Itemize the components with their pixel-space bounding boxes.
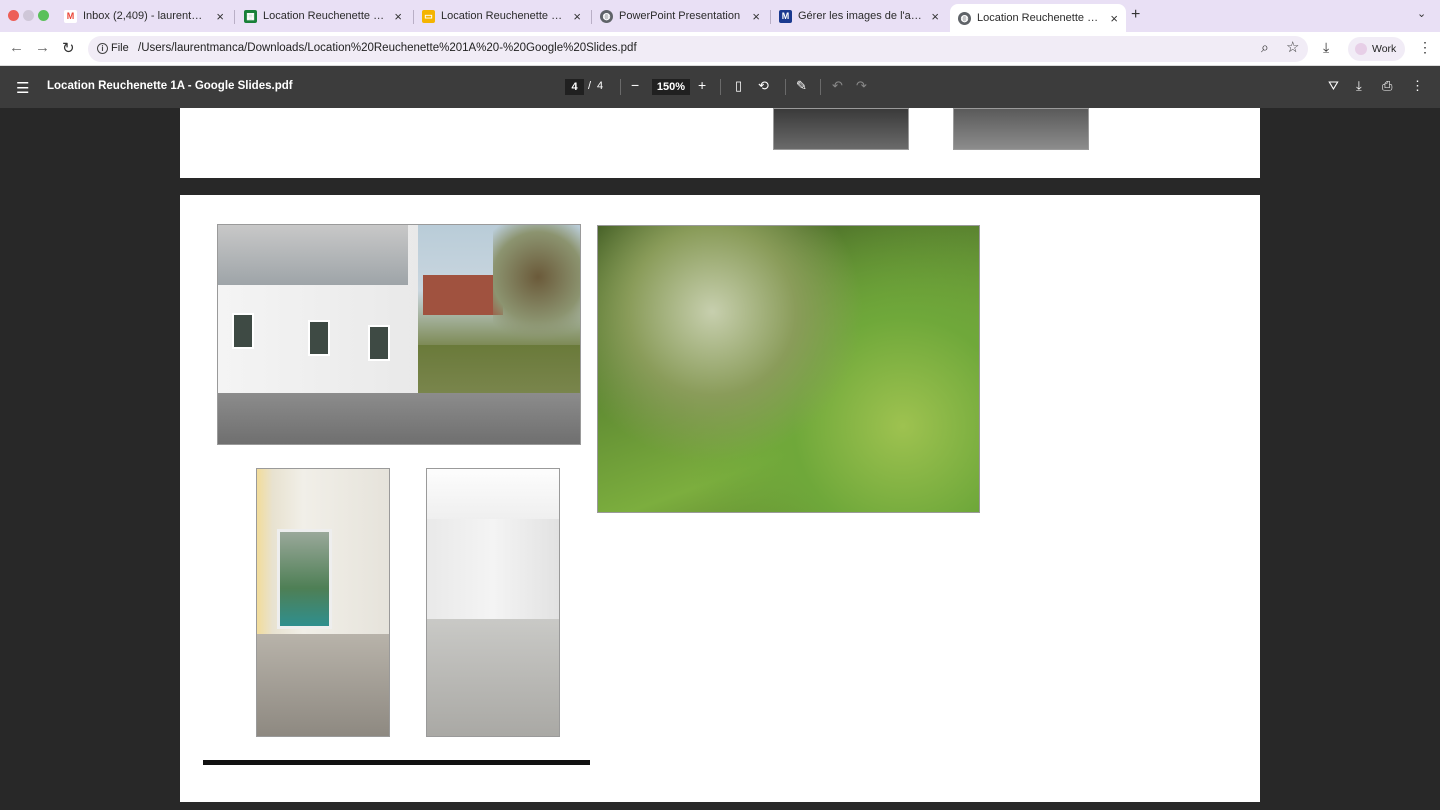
redo-icon[interactable]: ↷: [856, 78, 867, 94]
pdf-toolbar: ☰ Location Reuchenette 1A - Google Slide…: [0, 66, 1440, 108]
photo-hallway: [256, 468, 390, 737]
page-separator: /: [588, 80, 592, 92]
download-pdf-icon[interactable]: ⤓: [1356, 78, 1362, 94]
fit-page-icon[interactable]: ▯: [735, 78, 742, 94]
tab-powerpoint[interactable]: ◍ PowerPoint Presentation ×: [592, 4, 768, 28]
photo-empty-room: [426, 468, 560, 737]
url-text[interactable]: /Users/laurentmanca/Downloads/Location%2…: [138, 42, 637, 54]
save-to-drive-icon[interactable]: ⛛: [1328, 78, 1339, 94]
sheets-icon: ▦: [244, 9, 257, 23]
browser-menu-icon[interactable]: ⋮: [1418, 39, 1432, 56]
page-number-input[interactable]: 4: [565, 79, 584, 95]
more-options-icon[interactable]: ⋮: [1411, 78, 1424, 94]
scheme-label: File: [111, 42, 129, 54]
horizontal-rule: [203, 760, 590, 765]
downloads-icon[interactable]: ⤓: [1323, 39, 1329, 56]
tab-label: Location Reuchenette 1A - G: [441, 10, 565, 22]
tab-active-pdf[interactable]: ◍ Location Reuchenette 1A - G ×: [950, 4, 1126, 32]
globe-icon: ◍: [958, 11, 971, 25]
zoom-window-button[interactable]: [38, 10, 49, 21]
minimize-window-button[interactable]: [23, 10, 34, 21]
new-tab-button[interactable]: +: [1131, 6, 1140, 24]
close-tab-icon[interactable]: ×: [931, 9, 939, 24]
photo-garden: [597, 225, 980, 513]
annotate-pen-icon[interactable]: ✎: [796, 78, 807, 94]
rotate-icon[interactable]: ⟲: [758, 78, 769, 94]
tab-label: Location Reuchenette 1A - G: [263, 10, 386, 22]
profile-avatar-icon: [1355, 43, 1367, 55]
tab-sheets[interactable]: ▦ Location Reuchenette 1A - G ×: [236, 4, 410, 28]
tab-search-chevron-icon[interactable]: ⌄: [1417, 7, 1426, 20]
pdf-page-4: [180, 195, 1260, 802]
undo-icon[interactable]: ↶: [832, 78, 843, 94]
zoom-in-button[interactable]: +: [698, 77, 706, 93]
tab-label: PowerPoint Presentation: [619, 10, 741, 22]
gmail-icon: M: [64, 9, 77, 23]
slides-icon: ▭: [422, 9, 435, 23]
profile-label: Work: [1372, 43, 1397, 55]
address-bar[interactable]: i File /Users/laurentmanca/Downloads/Loc…: [88, 36, 1308, 62]
pdf-page-3: [180, 108, 1260, 178]
close-window-button[interactable]: [8, 10, 19, 21]
globe-icon: ◍: [600, 9, 613, 23]
photo-building-exterior: [217, 224, 581, 445]
tab-label: Gérer les images de l'annonc: [798, 10, 923, 22]
tab-slides[interactable]: ▭ Location Reuchenette 1A - G ×: [414, 4, 589, 28]
photo-bathroom-detail: [953, 108, 1089, 150]
browser-toolbar: ← → ↻ i File /Users/laurentmanca/Downloa…: [0, 32, 1440, 66]
page-total: 4: [597, 80, 604, 92]
zoom-out-button[interactable]: −: [631, 77, 639, 93]
info-icon[interactable]: i: [97, 43, 108, 54]
tab-label: Location Reuchenette 1A - G: [977, 12, 1102, 24]
forward-arrow-icon[interactable]: →: [35, 39, 50, 56]
site-icon: M: [779, 9, 792, 23]
photo-floor-detail: [773, 108, 909, 150]
print-icon[interactable]: ⎙: [1382, 78, 1392, 94]
close-tab-icon[interactable]: ×: [752, 9, 760, 24]
profile-button[interactable]: Work: [1348, 37, 1406, 61]
zoom-magnifier-icon[interactable]: ⌕: [1261, 39, 1269, 56]
close-tab-icon[interactable]: ×: [216, 9, 224, 24]
tab-label: Inbox (2,409) - laurent@wac: [83, 10, 209, 22]
pdf-title: Location Reuchenette 1A - Google Slides.…: [47, 80, 293, 92]
tab-gerer-images[interactable]: M Gérer les images de l'annonc ×: [771, 4, 947, 28]
reload-icon[interactable]: ↻: [62, 39, 75, 57]
close-tab-icon[interactable]: ×: [1110, 11, 1118, 26]
close-tab-icon[interactable]: ×: [573, 9, 581, 24]
close-tab-icon[interactable]: ×: [394, 9, 402, 24]
bookmark-star-icon[interactable]: ☆: [1286, 38, 1299, 56]
pdf-document-area[interactable]: [0, 108, 1440, 810]
back-arrow-icon[interactable]: ←: [9, 39, 24, 56]
tab-inbox[interactable]: M Inbox (2,409) - laurent@wac ×: [56, 4, 232, 28]
sidebar-menu-icon[interactable]: ☰: [16, 79, 29, 97]
zoom-level-input[interactable]: 150%: [652, 79, 690, 95]
tab-strip: M Inbox (2,409) - laurent@wac × ▦ Locati…: [0, 0, 1440, 32]
